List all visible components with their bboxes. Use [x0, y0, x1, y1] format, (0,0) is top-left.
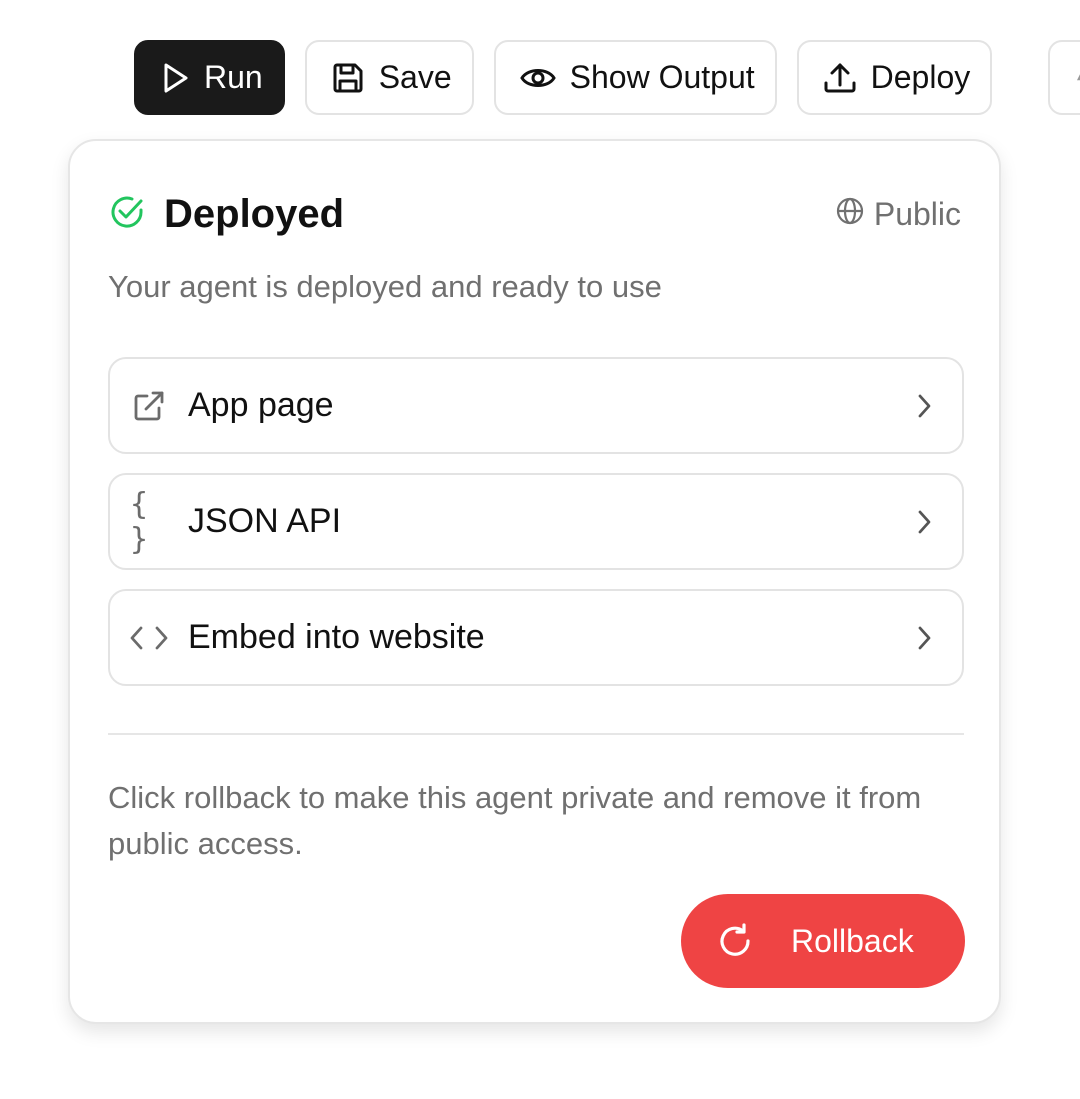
- code-icon: [130, 625, 168, 651]
- save-button[interactable]: Save: [304, 40, 474, 115]
- eye-icon: [519, 65, 556, 91]
- chevron-right-icon: [916, 393, 932, 419]
- more-toolbar-button[interactable]: [1048, 40, 1080, 115]
- braces-icon: { }: [130, 486, 151, 557]
- toolbar: Run Save Show Output Deploy: [134, 40, 1080, 115]
- rollback-note: Click rollback to make this agent privat…: [108, 780, 922, 861]
- upload-icon: [823, 61, 857, 95]
- deploy-label: Deploy: [870, 59, 971, 95]
- visibility-label: Public: [873, 195, 961, 232]
- play-icon: [160, 62, 190, 94]
- rollback-label: Rollback: [791, 922, 914, 959]
- embed-website-label: Embed into website: [188, 618, 485, 656]
- app-page-option[interactable]: App page: [108, 357, 964, 454]
- show-output-label: Show Output: [569, 59, 755, 95]
- refresh-icon: [717, 923, 753, 959]
- embed-website-option[interactable]: Embed into website: [108, 589, 964, 686]
- external-link-icon: [130, 389, 168, 423]
- deploy-button[interactable]: Deploy: [796, 40, 993, 115]
- globe-icon: [836, 196, 864, 233]
- save-label: Save: [378, 59, 452, 95]
- deploy-status: Deployed: [108, 192, 344, 237]
- app-page-label: App page: [188, 386, 334, 424]
- json-api-option[interactable]: { } JSON API: [108, 473, 964, 570]
- deploy-subtitle: Your agent is deployed and ready to use: [108, 269, 662, 304]
- check-circle-icon: [108, 193, 146, 236]
- run-button[interactable]: Run: [134, 40, 285, 115]
- json-api-label: JSON API: [188, 502, 342, 540]
- rollback-button[interactable]: Rollback: [681, 894, 965, 988]
- chevron-right-icon: [916, 625, 932, 651]
- deploy-panel: Deployed Public Your agent is deployed a…: [68, 139, 1001, 1024]
- visibility-badge: Public: [836, 196, 961, 233]
- status-title: Deployed: [164, 191, 345, 236]
- lightning-icon: [1076, 63, 1080, 93]
- save-icon: [331, 61, 365, 95]
- show-output-button[interactable]: Show Output: [493, 40, 777, 115]
- chevron-right-icon: [916, 509, 932, 535]
- divider: [108, 733, 964, 735]
- run-label: Run: [204, 59, 263, 95]
- deploy-panel-header: Deployed Public: [108, 189, 961, 239]
